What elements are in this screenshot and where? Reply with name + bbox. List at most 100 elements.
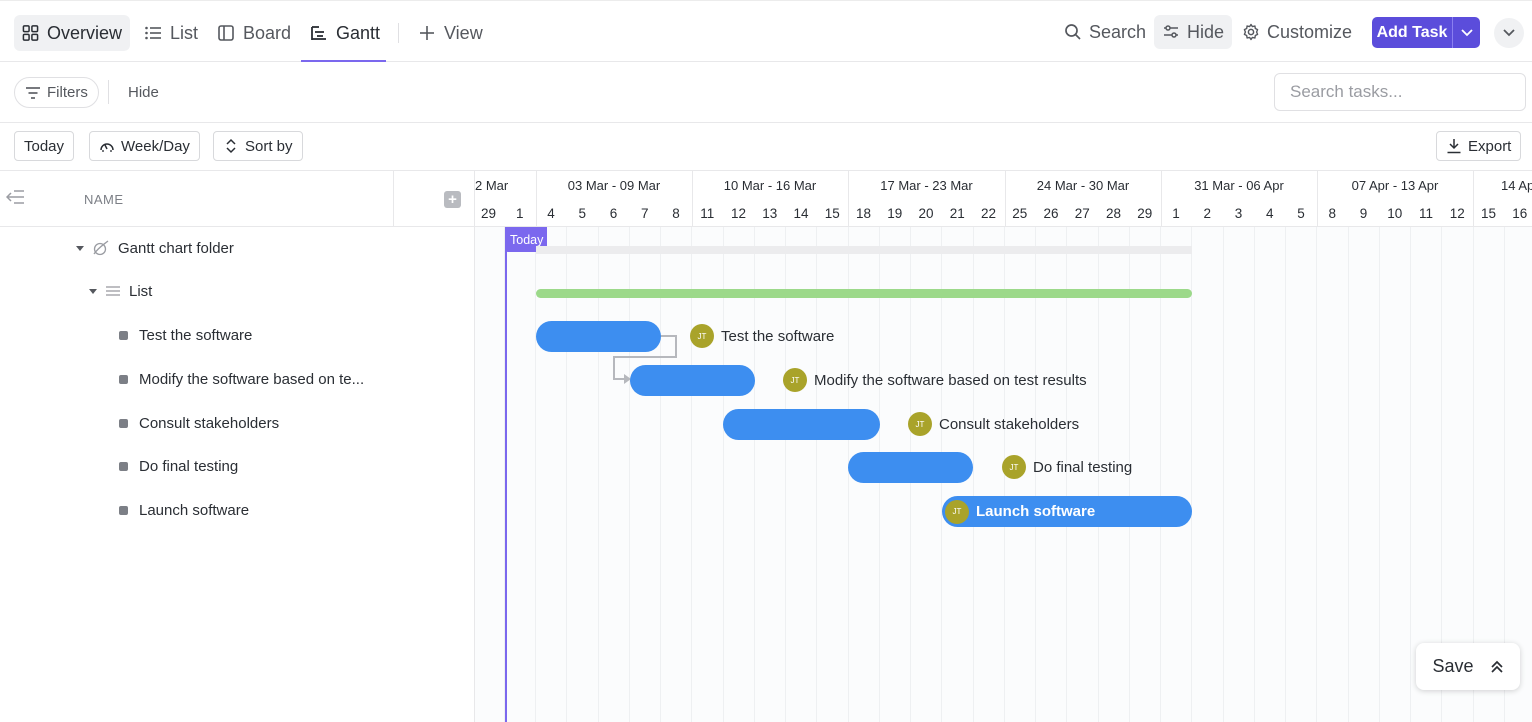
- day-label: 12: [1449, 206, 1465, 221]
- board-icon: [218, 25, 234, 41]
- gear-icon: [1243, 23, 1259, 41]
- day-label: 28: [1105, 206, 1122, 221]
- collapse-sidebar-icon[interactable]: [6, 188, 26, 206]
- time-scale-label: Week/Day: [121, 137, 190, 155]
- user-menu-button[interactable]: [1494, 18, 1524, 48]
- caret-down-icon[interactable]: [89, 289, 97, 294]
- search-button[interactable]: Search: [1056, 15, 1154, 49]
- hide-button[interactable]: Hide: [1154, 15, 1233, 49]
- assignee-avatar[interactable]: JT: [1002, 455, 1026, 479]
- day-label: 29: [1137, 206, 1153, 221]
- tab-gantt[interactable]: Gantt: [302, 15, 388, 51]
- week-label: 03 Mar - 09 Mar: [567, 178, 661, 193]
- filter-icon: [26, 86, 40, 99]
- add-task-label: Add Task: [1376, 23, 1448, 41]
- day-grid-line: [972, 227, 974, 722]
- add-task-dropdown[interactable]: [1452, 17, 1480, 48]
- column-divider[interactable]: [393, 171, 394, 227]
- day-label: 11: [1418, 206, 1433, 221]
- assignee-avatar[interactable]: JT: [945, 499, 969, 524]
- day-label: 3: [1234, 206, 1243, 221]
- list-row[interactable]: List: [89, 283, 152, 300]
- day-grid-line: [1222, 227, 1224, 722]
- day-label: 13: [762, 206, 778, 221]
- task-list-header: NAME +: [0, 171, 475, 227]
- plus-icon: +: [448, 191, 457, 208]
- add-column-button[interactable]: +: [444, 191, 461, 208]
- task-bar-title: Modify the software based on test result…: [814, 371, 1087, 389]
- save-button[interactable]: Save: [1416, 643, 1520, 690]
- tab-overview[interactable]: Overview: [14, 15, 130, 51]
- sort-icon: [226, 138, 236, 154]
- week-label: 07 Apr - 13 Apr: [1351, 178, 1439, 193]
- filters-button[interactable]: Filters: [14, 77, 99, 108]
- filter-divider: [108, 80, 109, 104]
- day-grid-line: [628, 227, 630, 722]
- folder-row[interactable]: Gantt chart folder: [76, 239, 234, 257]
- day-grid-line: [1410, 227, 1411, 722]
- task-status-icon[interactable]: [119, 462, 128, 471]
- hide-label: Hide: [1187, 21, 1225, 42]
- task-bar[interactable]: [723, 409, 880, 440]
- day-grid-line: [816, 227, 818, 722]
- task-status-icon[interactable]: [119, 331, 128, 340]
- task-row[interactable]: Test the software: [119, 327, 252, 344]
- assignee-avatar[interactable]: JT: [908, 412, 932, 436]
- add-task-button[interactable]: Add Task: [1372, 17, 1480, 48]
- day-label: 15: [824, 206, 840, 221]
- day-label: 11: [700, 206, 715, 221]
- sort-by-label: Sort by: [245, 137, 293, 155]
- week-label: 31 Mar - 06 Apr: [1194, 178, 1284, 193]
- list-summary-bar[interactable]: [536, 289, 1192, 298]
- assignee-avatar[interactable]: JT: [783, 368, 807, 392]
- day-label: 25: [1012, 206, 1028, 221]
- task-bar[interactable]: [536, 321, 661, 352]
- sort-by-button[interactable]: Sort by: [213, 131, 303, 161]
- task-bar[interactable]: [630, 365, 755, 396]
- tab-board-label: Board: [243, 22, 292, 43]
- today-button[interactable]: Today: [14, 131, 75, 161]
- task-row[interactable]: Consult stakeholders: [119, 415, 279, 432]
- day-label: 20: [918, 206, 934, 221]
- search-tasks-input[interactable]: [1274, 73, 1526, 111]
- task-name: Launch software: [139, 502, 250, 519]
- export-button[interactable]: Export: [1436, 131, 1522, 161]
- add-view-button[interactable]: View: [410, 15, 491, 51]
- day-label: 19: [887, 206, 903, 221]
- tab-board[interactable]: Board: [209, 15, 299, 51]
- task-name: Modify the software based on te...: [139, 371, 365, 388]
- today-marker-line: [505, 227, 507, 722]
- day-grid-line: [785, 227, 786, 722]
- task-row[interactable]: Modify the software based on te...: [119, 371, 364, 388]
- day-label: 1: [515, 206, 524, 221]
- assignee-avatar[interactable]: JT: [690, 324, 714, 348]
- task-row[interactable]: Do final testing: [119, 458, 238, 475]
- day-grid-line: [1285, 227, 1286, 722]
- week-label: 2 Mar: [475, 178, 509, 193]
- task-name: Do final testing: [139, 458, 239, 475]
- task-bar-label: JT Consult stakeholders: [908, 412, 1079, 436]
- task-row[interactable]: Launch software: [119, 502, 249, 519]
- customize-button[interactable]: Customize: [1234, 15, 1360, 49]
- folder-summary-bar[interactable]: [536, 246, 1192, 254]
- task-status-icon[interactable]: [119, 375, 128, 384]
- task-bar[interactable]: JT Launch software: [942, 496, 1192, 527]
- task-status-icon[interactable]: [119, 419, 128, 428]
- gauge-icon: [100, 143, 114, 152]
- task-status-icon[interactable]: [119, 506, 128, 515]
- chevron-down-icon: [1460, 28, 1473, 36]
- task-bar-title: Consult stakeholders: [939, 415, 1080, 433]
- hide-columns-button[interactable]: Hide: [128, 84, 159, 101]
- day-grid-line: [660, 227, 661, 722]
- day-grid-line: [535, 227, 536, 722]
- task-bar[interactable]: [848, 452, 973, 483]
- day-label: 8: [672, 206, 680, 221]
- caret-down-icon[interactable]: [76, 245, 84, 251]
- filter-bar: Filters Hide: [0, 62, 1532, 123]
- day-label: 5: [1297, 206, 1305, 221]
- tab-list[interactable]: List: [136, 15, 206, 51]
- time-scale-button[interactable]: Week/Day: [89, 131, 200, 161]
- day-label: 14: [793, 206, 809, 221]
- gantt-timeline[interactable]: 2 Mar 03 Mar - 09 Mar 10 Mar - 16 Mar 17…: [475, 171, 1532, 722]
- list-lines-icon: [106, 285, 120, 296]
